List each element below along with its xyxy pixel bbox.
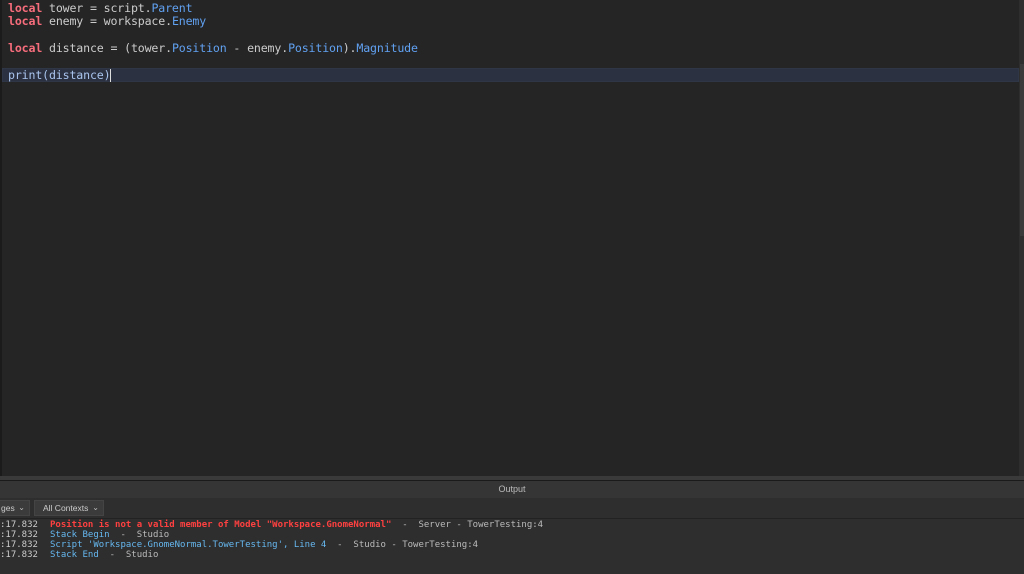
- code-line-6[interactable]: print(distance): [8, 69, 111, 82]
- log-source: - Studio - TowerTesting:4: [326, 540, 478, 550]
- dropdown-label: ges: [1, 503, 15, 513]
- contexts-filter-dropdown[interactable]: All Contexts ⌄: [34, 500, 104, 516]
- script-editor[interactable]: local tower = script.Parent local enemy …: [0, 0, 1020, 476]
- code-text: - enemy.: [227, 41, 288, 55]
- error-message: Position is not a valid member of Model …: [50, 520, 391, 530]
- timestamp: :17.832: [0, 520, 50, 530]
- keyword: local: [8, 14, 42, 28]
- info-message: Stack Begin: [50, 530, 110, 540]
- log-entry[interactable]: :17.832Script 'Workspace.GnomeNormal.Tow…: [0, 540, 478, 550]
- log-entry[interactable]: :17.832Stack Begin - Studio: [0, 530, 169, 540]
- current-line-highlight: [2, 68, 1019, 82]
- property: Parent: [151, 1, 192, 15]
- code-text: ).: [343, 41, 357, 55]
- code-text: print(distance): [8, 68, 110, 82]
- property: Position: [288, 41, 343, 55]
- code-line-4[interactable]: local distance = (tower.Position - enemy…: [8, 42, 418, 55]
- keyword: local: [8, 1, 42, 15]
- code-text: enemy = workspace.: [42, 14, 172, 28]
- chevron-down-icon: ⌄: [92, 501, 99, 515]
- code-line-2[interactable]: local enemy = workspace.Enemy: [8, 15, 206, 28]
- property: Enemy: [172, 14, 206, 28]
- messages-filter-dropdown[interactable]: ges⌄: [0, 500, 30, 516]
- timestamp: :17.832: [0, 550, 50, 560]
- code-text: distance = (tower.: [42, 41, 172, 55]
- chevron-down-icon: ⌄: [18, 501, 25, 515]
- log-source: - Studio: [99, 550, 159, 560]
- info-message: Stack End: [50, 550, 99, 560]
- scrollbar-thumb[interactable]: [1020, 64, 1024, 236]
- code-text: tower = script.: [42, 1, 151, 15]
- log-entry[interactable]: :17.832Stack End - Studio: [0, 550, 158, 560]
- log-source: - Server - TowerTesting:4: [391, 520, 543, 530]
- log-entry[interactable]: :17.832Position is not a valid member of…: [0, 520, 543, 530]
- property: Magnitude: [356, 41, 417, 55]
- log-source: - Studio: [110, 530, 170, 540]
- keyword: local: [8, 41, 42, 55]
- output-panel-title: Output: [0, 481, 1024, 498]
- timestamp: :17.832: [0, 530, 50, 540]
- text-caret: [110, 69, 111, 82]
- timestamp: :17.832: [0, 540, 50, 550]
- output-log[interactable]: :17.832Position is not a valid member of…: [0, 519, 1024, 574]
- property: Position: [172, 41, 227, 55]
- dropdown-label: All Contexts: [43, 503, 88, 513]
- output-toolbar: ges⌄ All Contexts⌄: [0, 498, 1024, 519]
- info-message: Script 'Workspace.GnomeNormal.TowerTesti…: [50, 540, 326, 550]
